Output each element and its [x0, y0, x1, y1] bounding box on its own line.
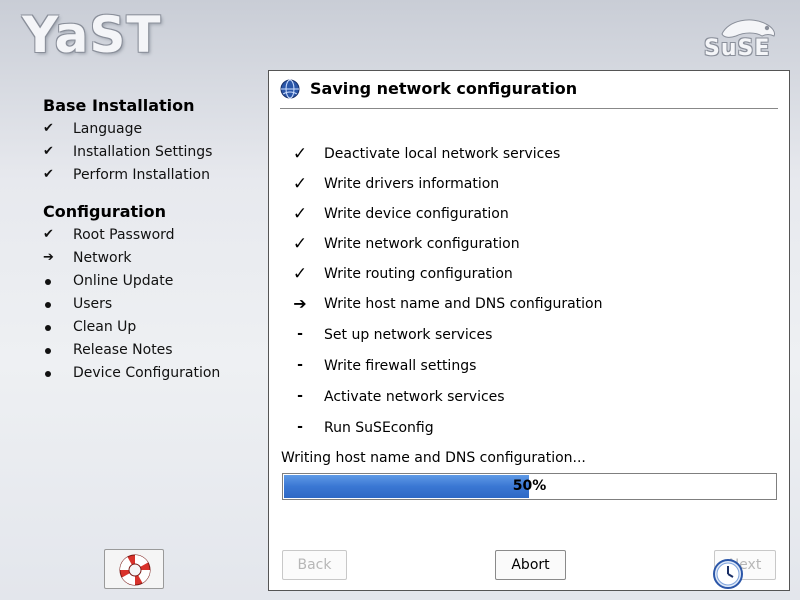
- checkmark-icon: ✔: [43, 167, 54, 182]
- bullet-icon: [43, 365, 63, 381]
- help-button[interactable]: [104, 549, 164, 589]
- yast-logo: YaST: [22, 6, 162, 64]
- main-panel: Saving network configuration ✓ Deactivat…: [268, 70, 790, 591]
- title-divider: [280, 108, 778, 109]
- checkmark-icon: ✔: [43, 121, 54, 136]
- bullet-icon: [43, 342, 63, 358]
- checkmark-icon: ✓: [292, 174, 308, 194]
- header: YaST SuSE: [0, 0, 800, 70]
- section-title-configuration: Configuration: [43, 202, 167, 221]
- checkmark-icon: ✓: [292, 264, 308, 284]
- page-title: Saving network configuration: [310, 79, 578, 98]
- suse-logo-text: SuSE: [704, 36, 771, 61]
- arrow-right-icon: ➔: [43, 250, 54, 265]
- progress-bar-label: 50%: [512, 478, 547, 494]
- lifebuoy-icon: [119, 554, 151, 586]
- checkmark-icon: ✔: [43, 227, 54, 242]
- dash-icon: -: [297, 388, 303, 404]
- progress-bar: 50%: [282, 473, 777, 500]
- checkmark-icon: ✓: [292, 234, 308, 254]
- arrow-right-icon: ➔: [293, 294, 307, 313]
- abort-button[interactable]: Abort: [495, 550, 566, 580]
- bullet-icon: [43, 319, 63, 335]
- bullet-icon: [43, 273, 63, 289]
- back-button[interactable]: Back: [282, 550, 347, 580]
- dash-icon: -: [297, 419, 303, 435]
- bullet-icon: [43, 296, 63, 312]
- busy-clock-icon: [713, 559, 743, 589]
- checkmark-icon: ✓: [292, 144, 308, 164]
- checkmark-icon: ✔: [43, 144, 54, 159]
- progress-status-text: Writing host name and DNS configuration.…: [281, 450, 586, 466]
- section-title-base-installation: Base Installation: [43, 96, 195, 115]
- checkmark-icon: ✓: [292, 204, 308, 224]
- globe-icon: [280, 79, 300, 99]
- dash-icon: -: [297, 357, 303, 373]
- dash-icon: -: [297, 326, 303, 342]
